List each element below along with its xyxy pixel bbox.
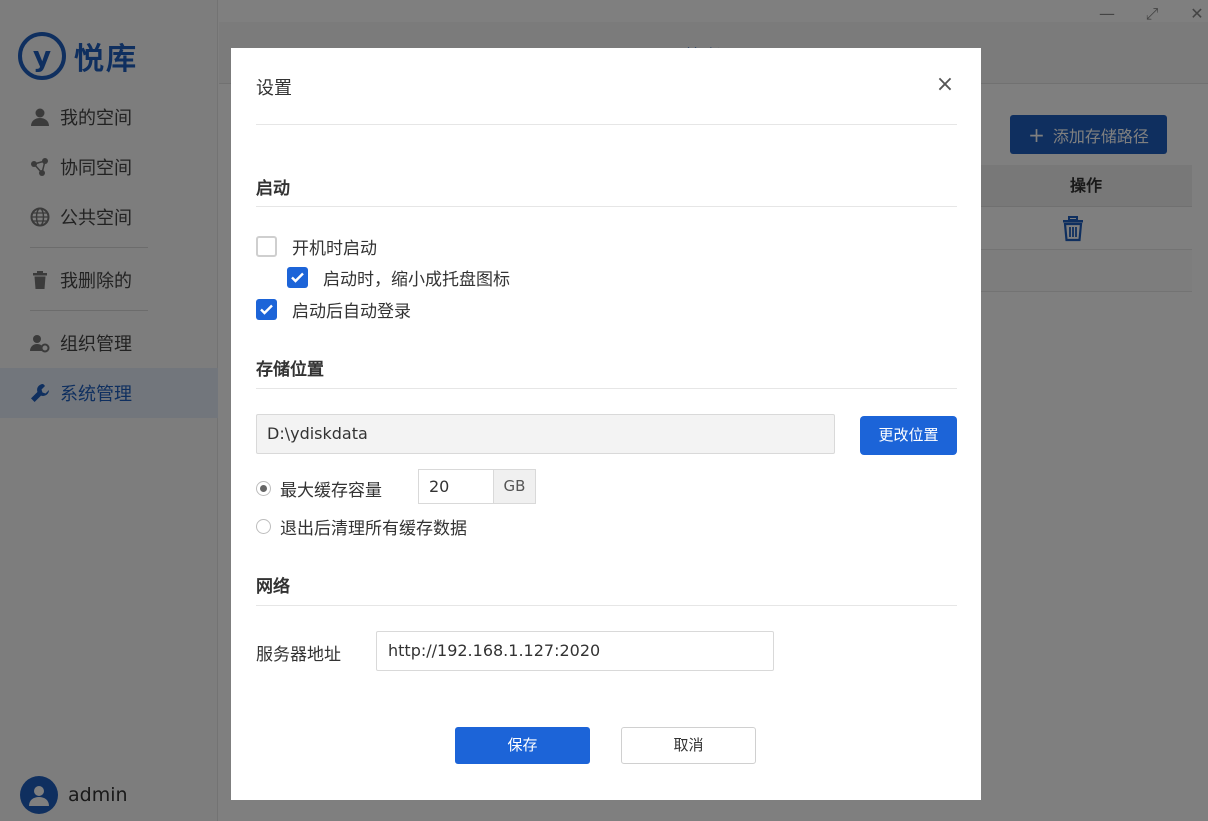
cache-unit-addon: GB [493, 469, 536, 504]
settings-dialog: 设置 × 启动 开机时启动 启动时，缩小成托盘图标 启动后自动登录 存储位置 D… [231, 48, 981, 800]
section-title-storage: 存储位置 [256, 360, 324, 380]
check-icon [260, 304, 273, 315]
dialog-title: 设置 [256, 78, 292, 99]
divider [256, 388, 957, 389]
radio-dot [260, 485, 267, 492]
clear-cache-on-exit-option[interactable]: 退出后清理所有缓存数据 [256, 514, 467, 539]
cache-size-input[interactable]: 20 [418, 469, 495, 504]
section-title-startup: 启动 [256, 179, 290, 199]
checkbox-checked[interactable] [287, 267, 308, 288]
divider [256, 206, 957, 207]
option-label: 最大缓存容量 [280, 481, 382, 501]
divider [256, 124, 957, 125]
option-label: 退出后清理所有缓存数据 [280, 519, 467, 539]
server-address-label: 服务器地址 [256, 645, 341, 665]
minimize-to-tray-option[interactable]: 启动时，缩小成托盘图标 [287, 265, 510, 290]
option-label: 启动后自动登录 [292, 302, 411, 322]
divider [256, 605, 957, 606]
section-title-network: 网络 [256, 577, 290, 597]
check-icon [291, 272, 304, 283]
checkbox-unchecked[interactable] [256, 236, 277, 257]
radio-selected[interactable] [256, 481, 271, 496]
server-address-input[interactable]: http://192.168.1.127:2020 [376, 631, 774, 671]
max-cache-option[interactable]: 最大缓存容量 [256, 476, 382, 501]
startup-on-boot-option[interactable]: 开机时启动 [256, 234, 377, 259]
option-label: 启动时，缩小成托盘图标 [323, 270, 510, 290]
cancel-button[interactable]: 取消 [621, 727, 756, 764]
change-location-button[interactable]: 更改位置 [860, 416, 957, 455]
storage-path-field[interactable]: D:\ydiskdata [256, 414, 835, 454]
option-label: 开机时启动 [292, 239, 377, 259]
close-icon[interactable]: × [934, 74, 956, 96]
checkbox-checked[interactable] [256, 299, 277, 320]
radio-unselected[interactable] [256, 519, 271, 534]
auto-login-option[interactable]: 启动后自动登录 [256, 297, 411, 322]
save-button[interactable]: 保存 [455, 727, 590, 764]
